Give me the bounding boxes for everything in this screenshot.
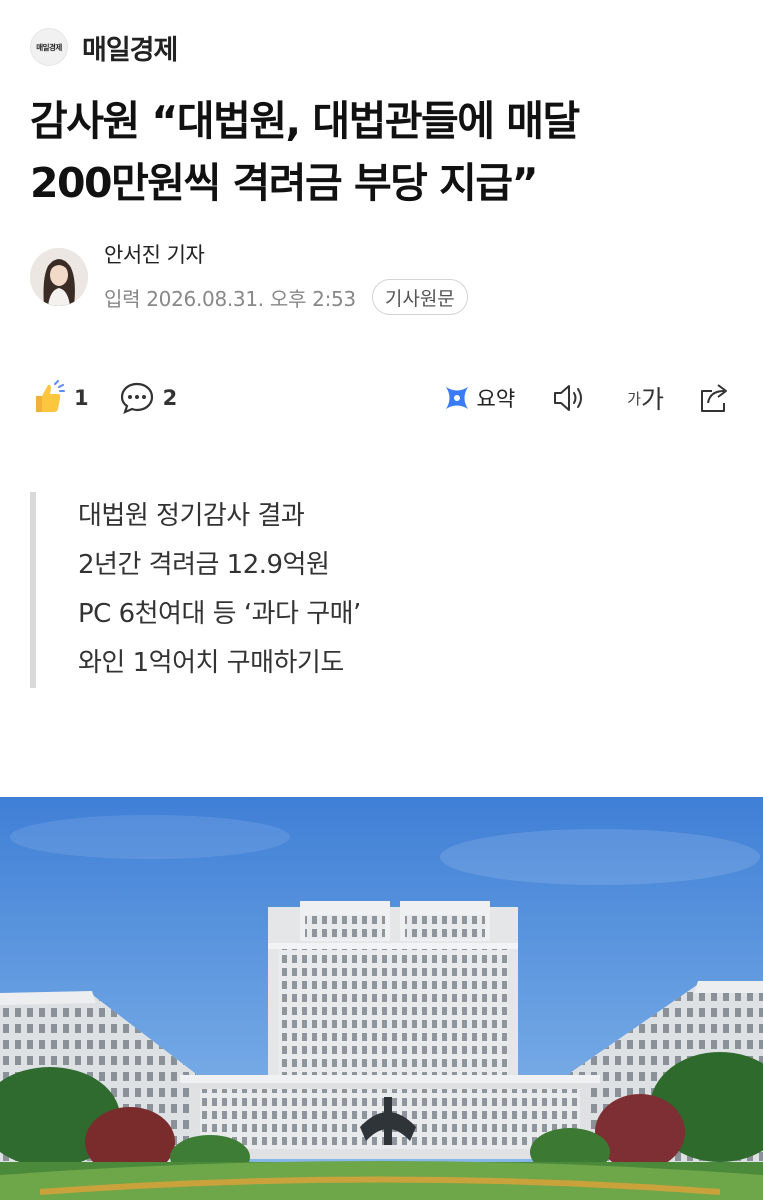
summary-line: 2년간 격려금 12.9억원 [78,550,330,580]
headline-line-2: 200만원씩 격려금 부당 지급” [30,159,539,207]
font-size-large-label: 가 [640,385,664,414]
supreme-court-building-image [0,797,763,1200]
article-summary: 대법원 정기감사 결과 2년간 격려금 12.9억원 PC 6천여대 등 ‘과다… [30,492,361,688]
summary-button[interactable]: 요약 [443,383,516,413]
reporter-avatar[interactable] [30,248,88,306]
comment-count: 2 [162,386,178,410]
byline: 안서진 기자 입력 2026.08.31. 오후 2:53 기사원문 [30,243,468,315]
font-size-small-label: 가 [627,389,641,408]
press-name[interactable]: 매일경제 [82,28,178,67]
article-photo[interactable] [0,797,763,1200]
headline-line-1: 감사원 “대법원, 대법관들에 매달 [30,97,580,145]
article-headline: 감사원 “대법원, 대법관들에 매달 200만원씩 격려금 부당 지급” [30,90,740,214]
summary-line: PC 6천여대 등 ‘과다 구매’ [78,599,361,629]
comment-icon [120,382,153,414]
font-size-button[interactable]: 가 가 [627,380,664,416]
reporter-avatar-image [30,248,88,306]
article-toolbar: 1 2 요약 가 가 [30,376,732,420]
press-logo[interactable]: 매일경제 [30,28,68,66]
press-header[interactable]: 매일경제 매일경제 [30,28,178,67]
press-logo-text: 매일경제 [36,42,62,52]
reporter-name[interactable]: 안서진 기자 [104,239,468,269]
publish-date: 입력 2026.08.31. 오후 2:53 [104,286,356,311]
tts-button[interactable] [551,381,589,415]
ai-summary-icon [445,387,468,409]
byline-info: 안서진 기자 입력 2026.08.31. 오후 2:53 기사원문 [104,239,468,315]
comment-button[interactable]: 2 [119,380,178,416]
original-article-button[interactable]: 기사원문 [371,279,468,315]
summary-line: 와인 1억어치 구매하기도 [78,648,344,678]
like-button[interactable]: 1 [30,380,89,416]
share-icon [701,384,727,412]
speaker-icon [554,385,583,411]
share-button[interactable] [696,381,732,415]
byline-meta: 입력 2026.08.31. 오후 2:53 기사원문 [104,279,468,315]
thumbs-up-icon [36,380,65,412]
summary-label: 요약 [476,387,516,411]
like-count: 1 [74,386,89,410]
summary-line: 대법원 정기감사 결과 [78,501,305,531]
